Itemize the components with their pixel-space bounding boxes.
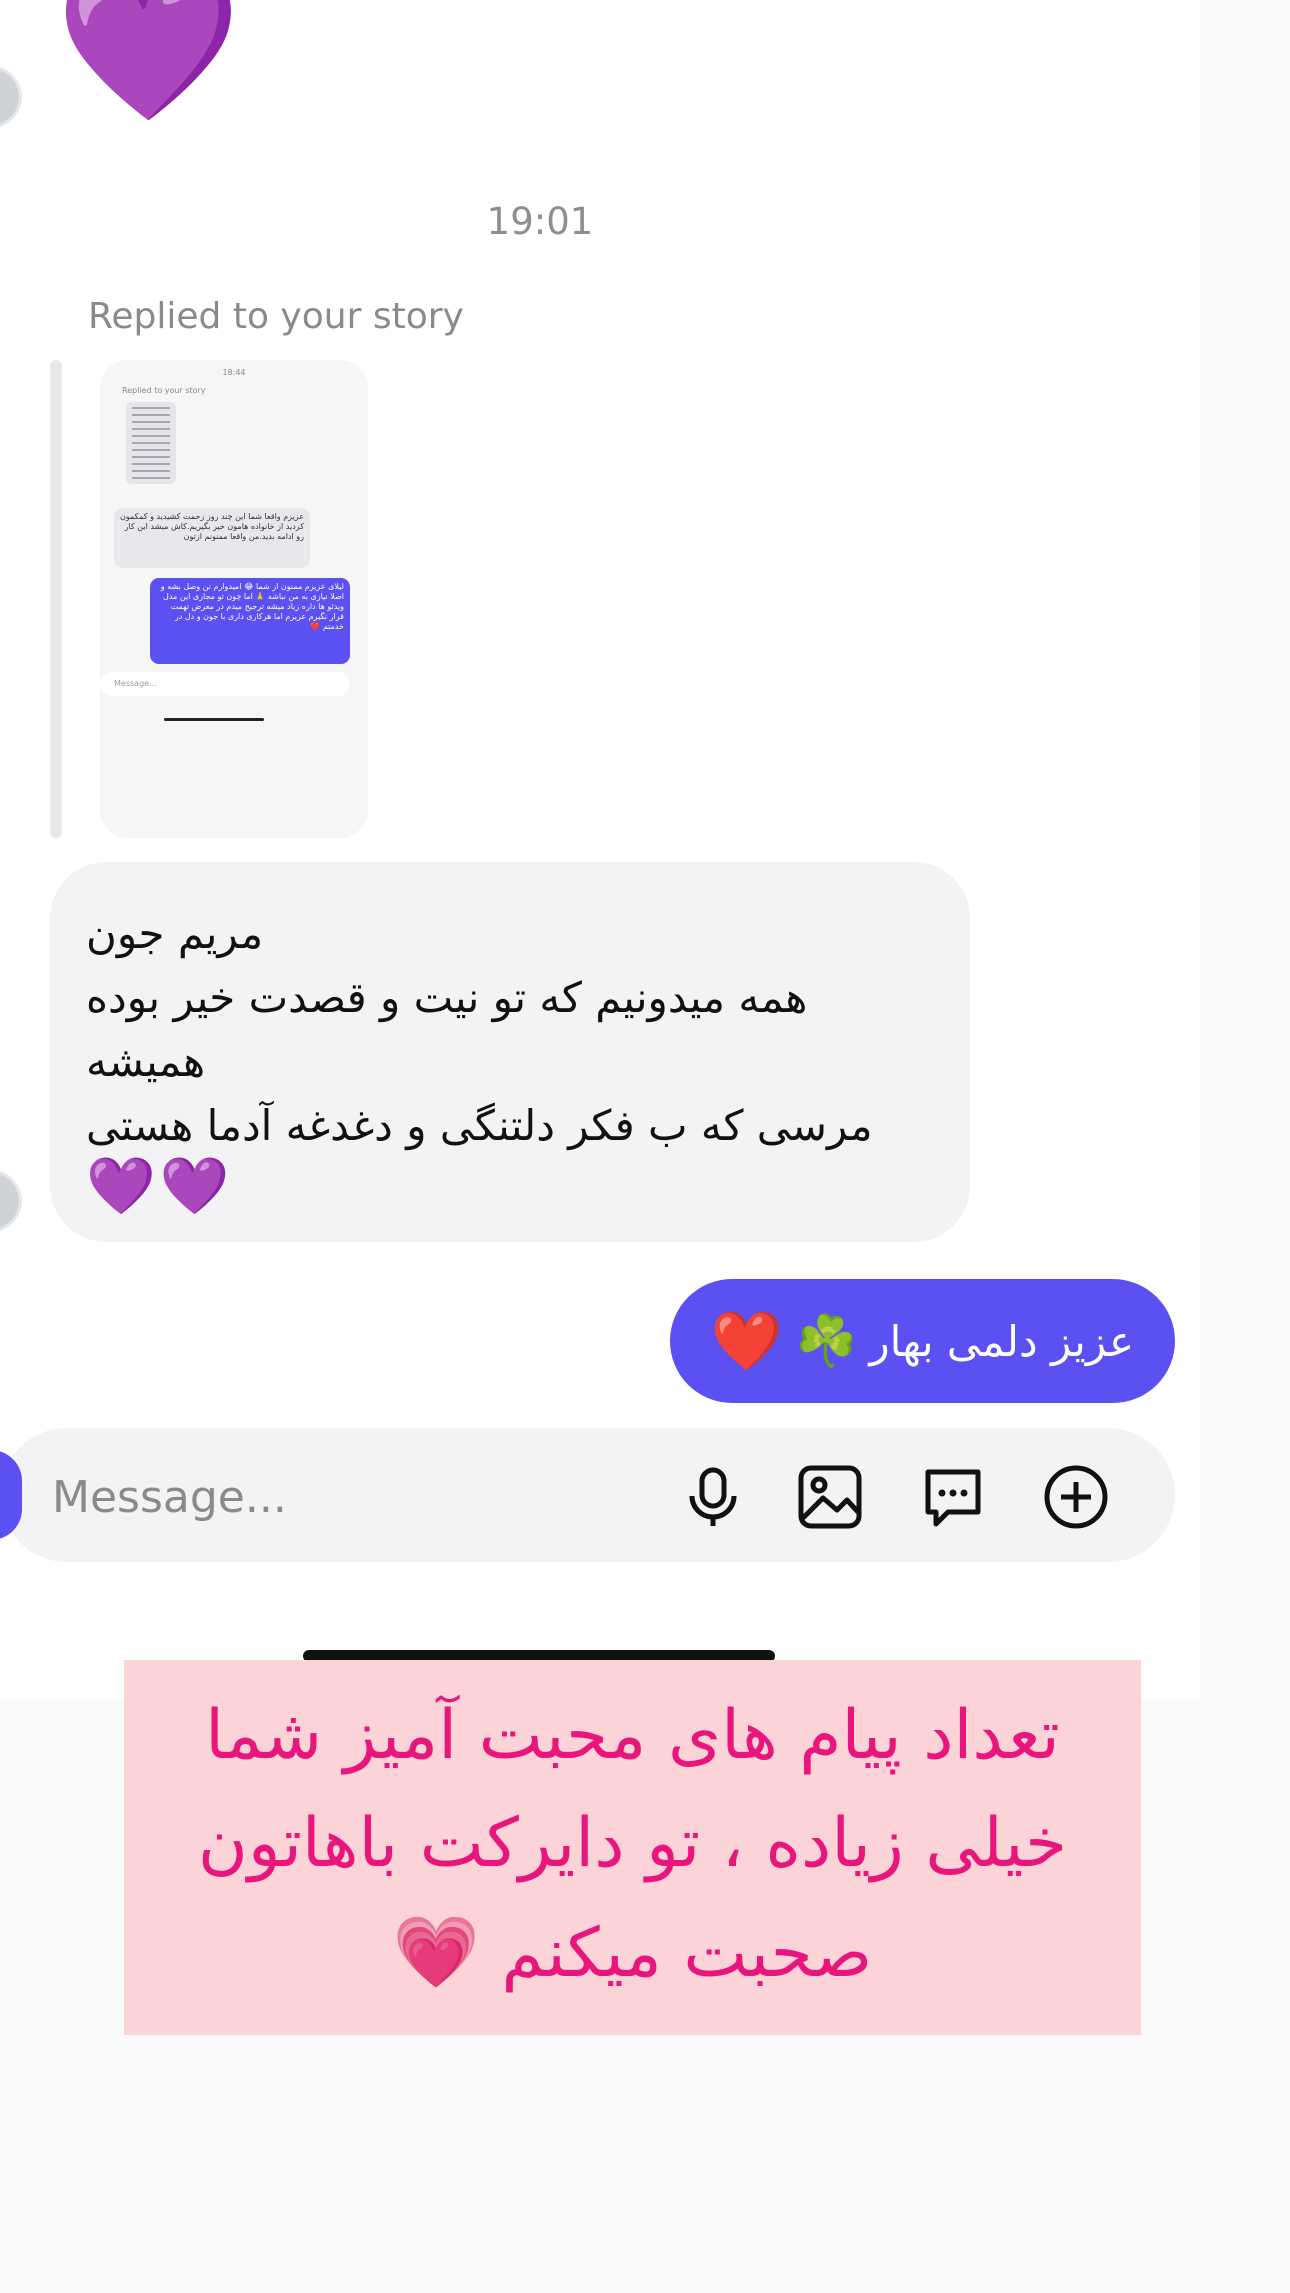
sender-avatar[interactable] bbox=[0, 66, 22, 128]
clover-emoji: ☘️ bbox=[795, 1311, 858, 1370]
caption-line-3: صحبت میکنم bbox=[501, 1914, 873, 1993]
outgoing-message-text: عزیز دلمی بهار bbox=[869, 1316, 1135, 1366]
pink-heart-emoji: 💗 bbox=[392, 1911, 480, 1993]
caption-line-2: خیلی زیاده ، تو دایرکت باهاتون bbox=[197, 1804, 1068, 1883]
message-composer bbox=[0, 1428, 1175, 1562]
camera-button[interactable] bbox=[0, 1450, 22, 1540]
story-preview-replied-label: Replied to your story bbox=[122, 386, 206, 395]
message-input[interactable] bbox=[50, 1466, 614, 1528]
story-preview-home-indicator bbox=[164, 718, 264, 721]
incoming-message-line: همیشه bbox=[86, 1037, 206, 1086]
message-timestamp: 19:01 bbox=[486, 200, 594, 243]
story-preview-thumbnail bbox=[126, 402, 176, 484]
incoming-message-line: همه میدونیم که تو نیت و قصدت خیر بوده bbox=[86, 973, 808, 1022]
story-preview-incoming-bubble: عزیزم واقعا شما این چند روز زحمت کشیدید … bbox=[114, 508, 310, 568]
incoming-message-line: مریم جون bbox=[86, 909, 264, 958]
overlay-caption-banner: تعداد پیام های محبت آمیز شما خیلی زیاده … bbox=[124, 1660, 1141, 2035]
add-icon[interactable] bbox=[1041, 1462, 1111, 1532]
sticker-icon[interactable] bbox=[918, 1462, 988, 1532]
red-heart-emoji: ❤️ bbox=[710, 1306, 784, 1375]
gallery-icon[interactable] bbox=[795, 1462, 865, 1532]
story-preview-card[interactable]: 18:44 Replied to your story عزیزم واقعا … bbox=[100, 360, 368, 838]
outgoing-message-bubble[interactable]: عزیز دلمی بهار ☘️ ❤️ bbox=[670, 1279, 1175, 1403]
story-preview-message-input: Message... bbox=[100, 672, 350, 696]
reply-quote-bar bbox=[50, 360, 62, 838]
incoming-message-line: مرسی که ب فکر دلتنگی و دغدغه آدما هستی bbox=[86, 1101, 873, 1150]
caption-line-1: تعداد پیام های محبت آمیز شما bbox=[205, 1696, 1060, 1775]
chat-thread: 💜 19:01 Replied to your story 18:44 Repl… bbox=[0, 0, 1200, 1700]
replied-to-story-label: Replied to your story bbox=[88, 296, 464, 337]
purple-hearts-emoji: 💜💜 bbox=[86, 1154, 234, 1219]
story-preview-outgoing-bubble: لیلای عزیزم ممنون از شما 😂 امیدوارم تن و… bbox=[150, 578, 350, 664]
microphone-icon[interactable] bbox=[678, 1462, 748, 1532]
incoming-message-bubble[interactable]: مریم جون همه میدونیم که تو نیت و قصدت خی… bbox=[50, 862, 970, 1242]
story-preview-time: 18:44 bbox=[222, 368, 246, 377]
sender-avatar[interactable] bbox=[0, 1170, 22, 1232]
purple-heart-message[interactable]: 💜 bbox=[55, 0, 242, 120]
